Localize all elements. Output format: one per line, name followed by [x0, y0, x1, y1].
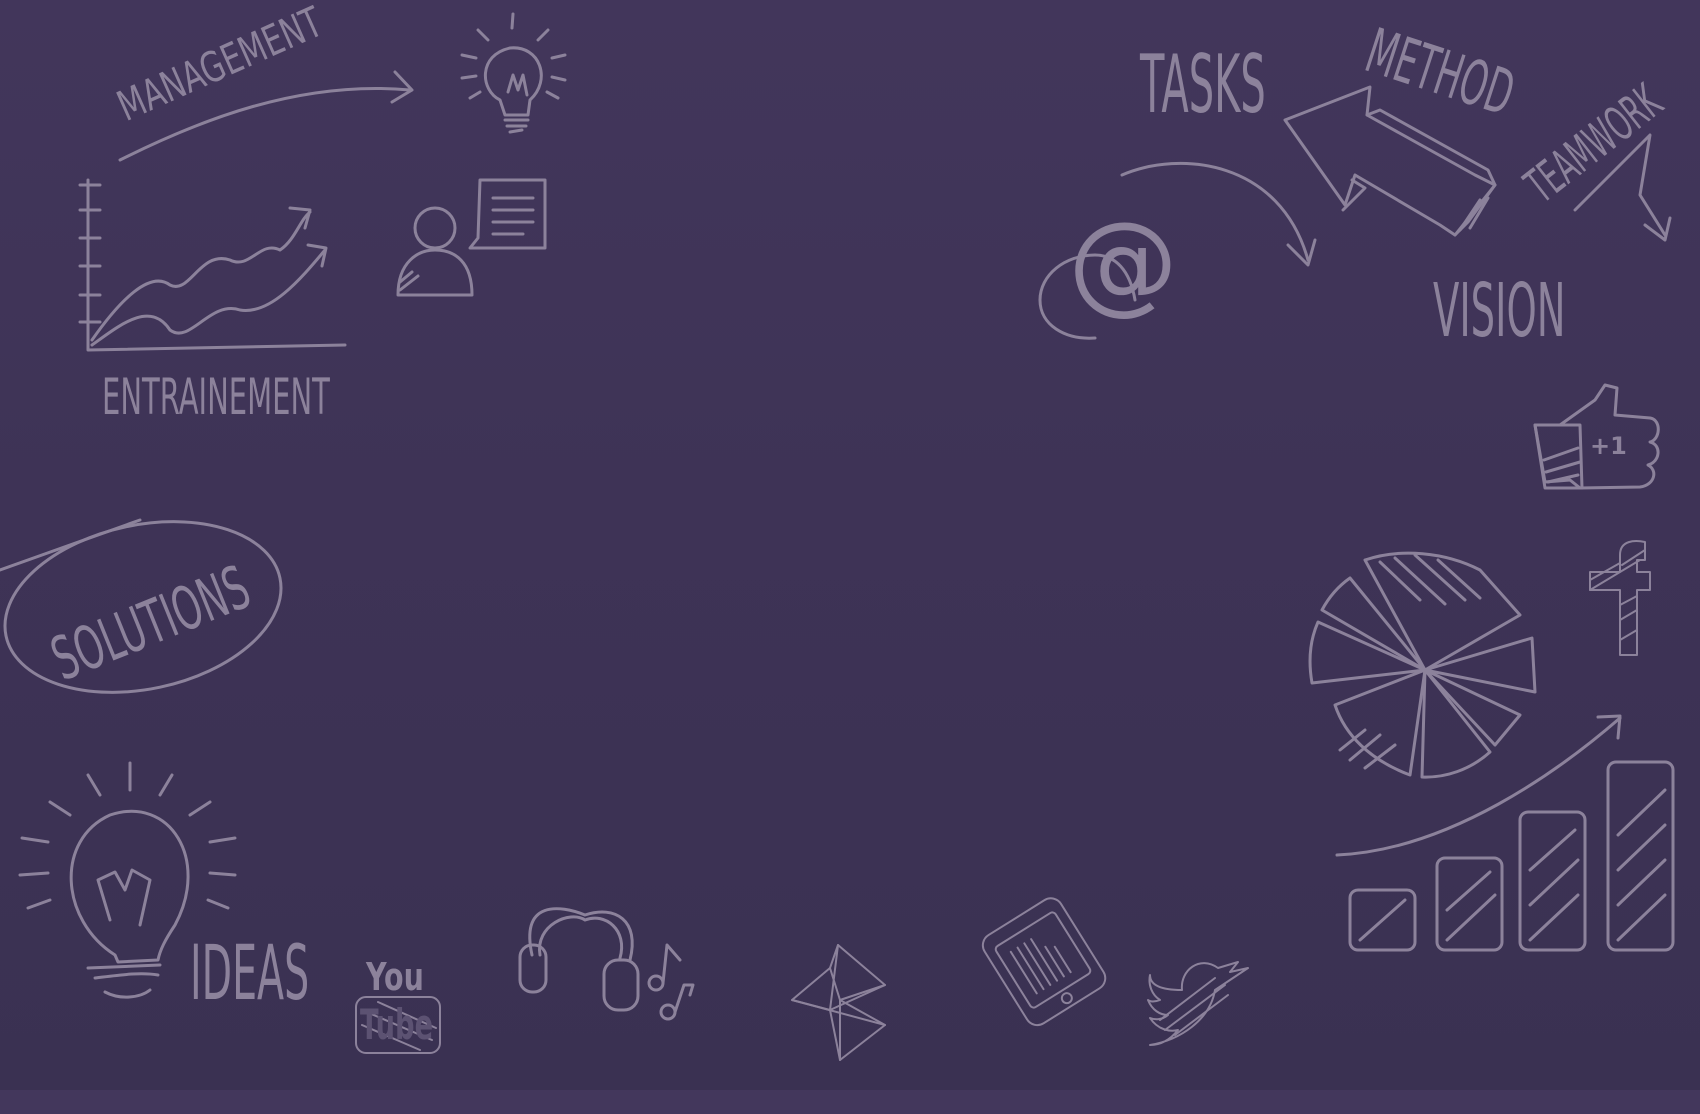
phone-icon — [981, 897, 1107, 1027]
facebook-icon — [1589, 540, 1651, 656]
tasks-label: TASKS — [1140, 38, 1266, 131]
origami-icon — [791, 944, 886, 1061]
lightbulb-icon — [460, 12, 567, 134]
youtube-tube-label: Tube — [360, 1000, 434, 1049]
music-notes-icon — [647, 943, 695, 1021]
user-speech-icon — [396, 178, 547, 297]
plus-one-label: +1 — [1590, 432, 1627, 460]
entrainement-label: ENTRAINEMENT — [102, 368, 330, 426]
headphones-icon — [518, 907, 640, 1012]
vision-label: VISION — [1433, 268, 1566, 354]
pie-chart-icon — [1308, 551, 1537, 779]
youtube-you-label: You — [366, 955, 424, 999]
ideas-label: IDEAS — [190, 928, 310, 1017]
twitter-bird-icon — [1147, 961, 1249, 1046]
doodle-background: MANAGEMENT ENTRAINEMENT SOLUTIONS IDEAS … — [0, 0, 1700, 1114]
line-chart-icon — [78, 178, 347, 352]
at-sign-label: @ — [1068, 198, 1178, 326]
